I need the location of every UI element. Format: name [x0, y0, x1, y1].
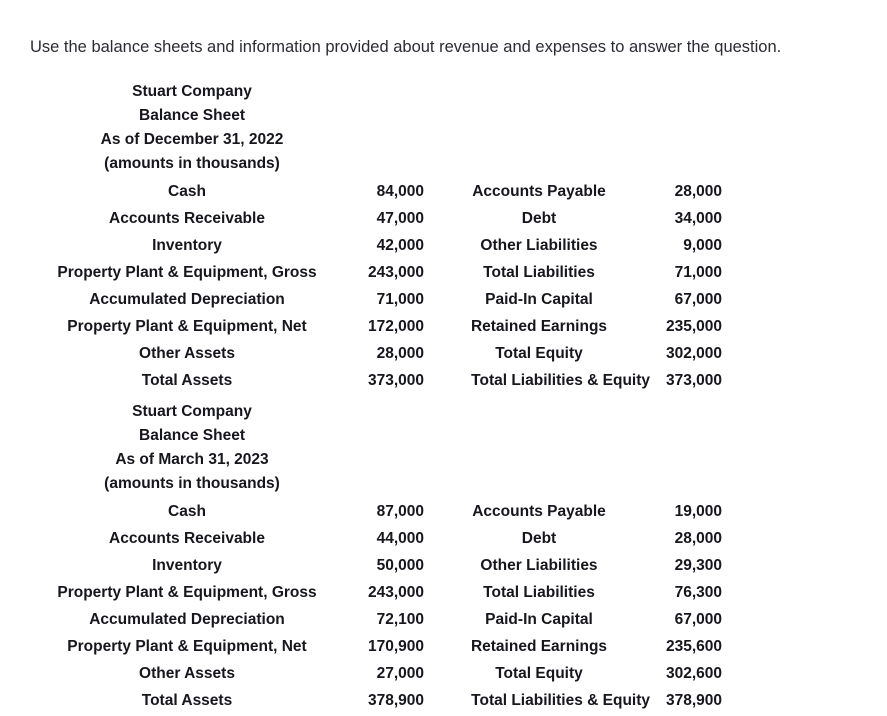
liability-value: 67,000: [674, 291, 722, 308]
asset-value: 87,000: [376, 503, 424, 520]
liability-value: 235,000: [665, 318, 722, 335]
liability-value: 302,600: [665, 665, 722, 682]
asset-label: Property Plant & Equipment, Net: [67, 318, 307, 335]
table-row: Cash 84,000 Accounts Payable 28,000: [0, 178, 887, 205]
table-row: Property Plant & Equipment, Gross 243,00…: [0, 259, 887, 286]
liability-value: 235,600: [665, 638, 722, 655]
liability-label: Total Equity: [495, 345, 583, 362]
table-row-total: Total Assets 378,900 Total Liabilities &…: [0, 687, 887, 714]
liability-value: 19,000: [674, 503, 722, 520]
asset-label: Total Assets: [141, 692, 233, 709]
asset-value: 373,000: [367, 372, 424, 389]
table-row: Property Plant & Equipment, Net 172,000 …: [0, 313, 887, 340]
liability-value: 28,000: [674, 530, 722, 547]
statement-title: Balance Sheet: [139, 107, 245, 124]
balance-sheet-question-page: Use the balance sheets and information p…: [0, 0, 887, 716]
asset-label: Inventory: [152, 557, 222, 574]
asset-value: 47,000: [376, 210, 424, 227]
table-row: Other Assets 28,000 Total Equity 302,000: [0, 340, 887, 367]
question-prompt-text: Use the balance sheets and information p…: [30, 37, 782, 56]
table-row: Cash 87,000 Accounts Payable 19,000: [0, 498, 887, 525]
liability-value: 28,000: [674, 183, 722, 200]
liability-label: Accounts Payable: [472, 183, 606, 200]
liability-value: 67,000: [674, 611, 722, 628]
asset-value: 72,100: [376, 611, 424, 628]
balance-sheet-2022-header: Stuart Company Balance Sheet As of Decem…: [12, 80, 372, 176]
asset-label: Accounts Receivable: [109, 530, 265, 547]
statement-date: As of December 31, 2022: [100, 131, 284, 148]
asset-value: 84,000: [376, 183, 424, 200]
liability-label: Debt: [521, 530, 557, 547]
balance-sheet-2023-rows: Cash 87,000 Accounts Payable 19,000 Acco…: [0, 498, 887, 714]
table-row: Other Assets 27,000 Total Equity 302,600: [0, 660, 887, 687]
liability-value: 302,000: [665, 345, 722, 362]
asset-value: 44,000: [376, 530, 424, 547]
balance-sheet-2022-rows: Cash 84,000 Accounts Payable 28,000 Acco…: [0, 178, 887, 394]
table-row-total: Total Assets 373,000 Total Liabilities &…: [0, 367, 887, 394]
liability-label: Retained Earnings: [470, 318, 608, 335]
liability-value: 373,000: [665, 372, 722, 389]
liability-label: Total Liabilities: [483, 584, 595, 601]
asset-label: Cash: [168, 503, 206, 520]
balance-sheet-2023-header: Stuart Company Balance Sheet As of March…: [12, 400, 372, 496]
asset-label: Cash: [168, 183, 206, 200]
asset-value: 170,900: [367, 638, 424, 655]
liability-value: 9,000: [683, 237, 722, 254]
liability-label: Paid-In Capital: [485, 611, 593, 628]
asset-label: Property Plant & Equipment, Gross: [57, 584, 317, 601]
liability-label: Other Liabilities: [480, 557, 598, 574]
table-row: Inventory 42,000 Other Liabilities 9,000: [0, 232, 887, 259]
asset-label: Other Assets: [139, 665, 235, 682]
liability-value: 378,900: [665, 692, 722, 709]
liability-label: Paid-In Capital: [485, 291, 593, 308]
asset-value: 172,000: [367, 318, 424, 335]
table-row: Accounts Receivable 44,000 Debt 28,000: [0, 525, 887, 552]
asset-label: Property Plant & Equipment, Net: [67, 638, 307, 655]
statement-date: As of March 31, 2023: [115, 451, 269, 468]
liability-label: Retained Earnings: [470, 638, 608, 655]
company-name: Stuart Company: [132, 403, 252, 420]
table-row: Property Plant & Equipment, Net 170,900 …: [0, 633, 887, 660]
asset-value: 71,000: [376, 291, 424, 308]
liability-value: 29,300: [674, 557, 722, 574]
liability-label: Total Equity: [495, 665, 583, 682]
table-row: Accounts Receivable 47,000 Debt 34,000: [0, 205, 887, 232]
table-row: Accumulated Depreciation 72,100 Paid-In …: [0, 606, 887, 633]
liability-label: Total Liabilities & Equity: [471, 372, 650, 389]
asset-label: Inventory: [152, 237, 222, 254]
asset-value: 27,000: [376, 665, 424, 682]
liability-label: Other Liabilities: [480, 237, 598, 254]
asset-label: Property Plant & Equipment, Gross: [57, 264, 317, 281]
asset-value: 42,000: [376, 237, 424, 254]
liability-label: Total Liabilities: [483, 264, 595, 281]
statement-units: (amounts in thousands): [104, 155, 280, 172]
asset-label: Accounts Receivable: [109, 210, 265, 227]
asset-value: 243,000: [367, 584, 424, 601]
asset-value: 50,000: [376, 557, 424, 574]
table-row: Property Plant & Equipment, Gross 243,00…: [0, 579, 887, 606]
statement-units: (amounts in thousands): [104, 475, 280, 492]
table-row: Accumulated Depreciation 71,000 Paid-In …: [0, 286, 887, 313]
asset-label: Total Assets: [141, 372, 233, 389]
asset-label: Other Assets: [139, 345, 235, 362]
liability-value: 71,000: [674, 264, 722, 281]
liability-value: 34,000: [674, 210, 722, 227]
liability-label: Total Liabilities & Equity: [471, 692, 650, 709]
balance-sheet-2022: Stuart Company Balance Sheet As of Decem…: [0, 80, 887, 394]
company-name: Stuart Company: [132, 83, 252, 100]
liability-label: Debt: [521, 210, 557, 227]
asset-label: Accumulated Depreciation: [89, 611, 285, 628]
asset-label: Accumulated Depreciation: [89, 291, 285, 308]
balance-sheet-2023: Stuart Company Balance Sheet As of March…: [0, 400, 887, 714]
liability-value: 76,300: [674, 584, 722, 601]
asset-value: 243,000: [367, 264, 424, 281]
asset-value: 28,000: [376, 345, 424, 362]
statement-title: Balance Sheet: [139, 427, 245, 444]
liability-label: Accounts Payable: [472, 503, 606, 520]
table-row: Inventory 50,000 Other Liabilities 29,30…: [0, 552, 887, 579]
asset-value: 378,900: [367, 692, 424, 709]
